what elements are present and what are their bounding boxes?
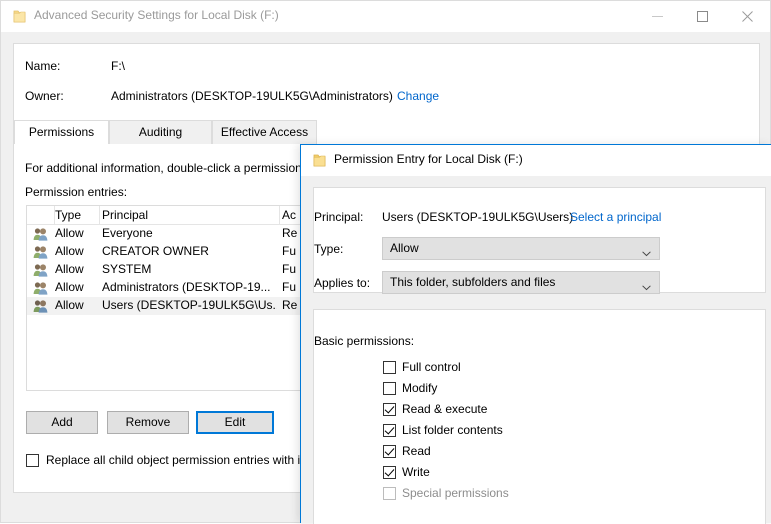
column-divider bbox=[279, 206, 280, 225]
cell-type: Allow bbox=[55, 280, 84, 294]
chevron-down-icon bbox=[642, 280, 651, 291]
special-permissions-checkbox bbox=[383, 486, 396, 500]
column-header-principal[interactable]: Principal bbox=[102, 208, 277, 222]
cell-type: Allow bbox=[55, 244, 84, 258]
maximize-icon[interactable] bbox=[680, 1, 725, 31]
cell-principal: SYSTEM bbox=[102, 262, 152, 276]
modify-checkbox[interactable] bbox=[383, 381, 396, 395]
permission-row-special-permissions: Special permissions bbox=[383, 486, 509, 500]
permission-entries-label: Permission entries: bbox=[25, 185, 128, 199]
applies-to-label: Applies to: bbox=[314, 276, 371, 290]
minimize-icon[interactable] bbox=[635, 1, 680, 31]
permission-label: Special permissions bbox=[402, 486, 509, 500]
owner-value: Administrators (DESKTOP-19ULK5G\Administ… bbox=[111, 89, 393, 103]
permission-entry-title: Permission Entry for Local Disk (F:) bbox=[334, 152, 523, 166]
add-button[interactable]: Add bbox=[26, 411, 98, 434]
replace-child-permissions-label: Replace all child object permission entr… bbox=[46, 453, 301, 467]
name-value: F:\ bbox=[111, 59, 125, 73]
edit-button[interactable]: Edit bbox=[196, 411, 274, 434]
replace-child-permissions-checkbox[interactable] bbox=[26, 453, 39, 467]
group-icon bbox=[33, 245, 49, 259]
permission-entry-window: Permission Entry for Local Disk (F:) Pri… bbox=[300, 144, 771, 524]
cell-principal: CREATOR OWNER bbox=[102, 244, 209, 258]
permission-row-read-execute[interactable]: Read & execute bbox=[383, 402, 487, 416]
tab-permissions[interactable]: Permissions bbox=[14, 120, 109, 144]
group-icon bbox=[33, 263, 49, 277]
folder-icon bbox=[13, 10, 26, 23]
cell-principal: Users (DESKTOP-19ULK5G\Us... bbox=[102, 298, 277, 312]
basic-permissions-label: Basic permissions: bbox=[314, 334, 415, 348]
full-control-checkbox[interactable] bbox=[383, 360, 396, 374]
owner-label: Owner: bbox=[25, 89, 64, 103]
permission-entry-titlebar[interactable]: Permission Entry for Local Disk (F:) bbox=[301, 145, 771, 176]
permission-label: Modify bbox=[402, 381, 438, 395]
replace-child-permissions-row[interactable]: Replace all child object permission entr… bbox=[26, 453, 300, 467]
group-icon bbox=[33, 299, 49, 313]
permission-row-read[interactable]: Read bbox=[383, 444, 431, 458]
select-a-principal-link[interactable]: Select a principal bbox=[570, 210, 661, 224]
cell-type: Allow bbox=[55, 226, 84, 240]
column-header-type[interactable]: Type bbox=[55, 208, 81, 222]
permission-row-write[interactable]: Write bbox=[383, 465, 430, 479]
applies-to-dropdown-value: This folder, subfolders and files bbox=[390, 275, 556, 289]
chevron-down-icon bbox=[642, 246, 651, 257]
permission-label: List folder contents bbox=[402, 423, 503, 437]
principal-label: Principal: bbox=[314, 210, 364, 224]
read-checkbox[interactable] bbox=[383, 444, 396, 458]
type-dropdown[interactable]: Allow bbox=[382, 237, 660, 260]
advanced-window-titlebar[interactable]: Advanced Security Settings for Local Dis… bbox=[1, 1, 770, 32]
principal-value: Users (DESKTOP-19ULK5G\Users) bbox=[382, 210, 574, 224]
permission-label: Full control bbox=[402, 360, 461, 374]
permission-row-full-control[interactable]: Full control bbox=[383, 360, 461, 374]
type-label: Type: bbox=[314, 242, 344, 256]
permission-label: Read bbox=[402, 444, 431, 458]
write-checkbox[interactable] bbox=[383, 465, 396, 479]
folder-icon bbox=[313, 154, 326, 167]
additional-information-text: For additional information, double-click… bbox=[25, 161, 302, 175]
tab-auditing[interactable]: Auditing bbox=[109, 120, 212, 144]
group-icon bbox=[33, 227, 49, 241]
cell-type: Allow bbox=[55, 262, 84, 276]
group-icon bbox=[33, 281, 49, 295]
advanced-window-title: Advanced Security Settings for Local Dis… bbox=[34, 8, 279, 22]
close-icon[interactable] bbox=[725, 1, 770, 31]
cell-principal: Administrators (DESKTOP-19... bbox=[102, 280, 271, 294]
permission-row-list-folder-contents[interactable]: List folder contents bbox=[383, 423, 503, 437]
permission-label: Write bbox=[402, 465, 430, 479]
tab-effective-access[interactable]: Effective Access bbox=[212, 120, 317, 144]
column-divider bbox=[99, 206, 100, 225]
permission-label: Read & execute bbox=[402, 402, 488, 416]
remove-button[interactable]: Remove bbox=[107, 411, 189, 434]
applies-to-dropdown[interactable]: This folder, subfolders and files bbox=[382, 271, 660, 294]
cell-type: Allow bbox=[55, 298, 84, 312]
type-dropdown-value: Allow bbox=[390, 241, 419, 255]
name-label: Name: bbox=[25, 59, 61, 73]
change-owner-link[interactable]: Change bbox=[397, 89, 439, 103]
permission-row-modify[interactable]: Modify bbox=[383, 381, 437, 395]
cell-principal: Everyone bbox=[102, 226, 153, 240]
read-execute-checkbox[interactable] bbox=[383, 402, 396, 416]
list-folder-contents-checkbox[interactable] bbox=[383, 423, 396, 437]
